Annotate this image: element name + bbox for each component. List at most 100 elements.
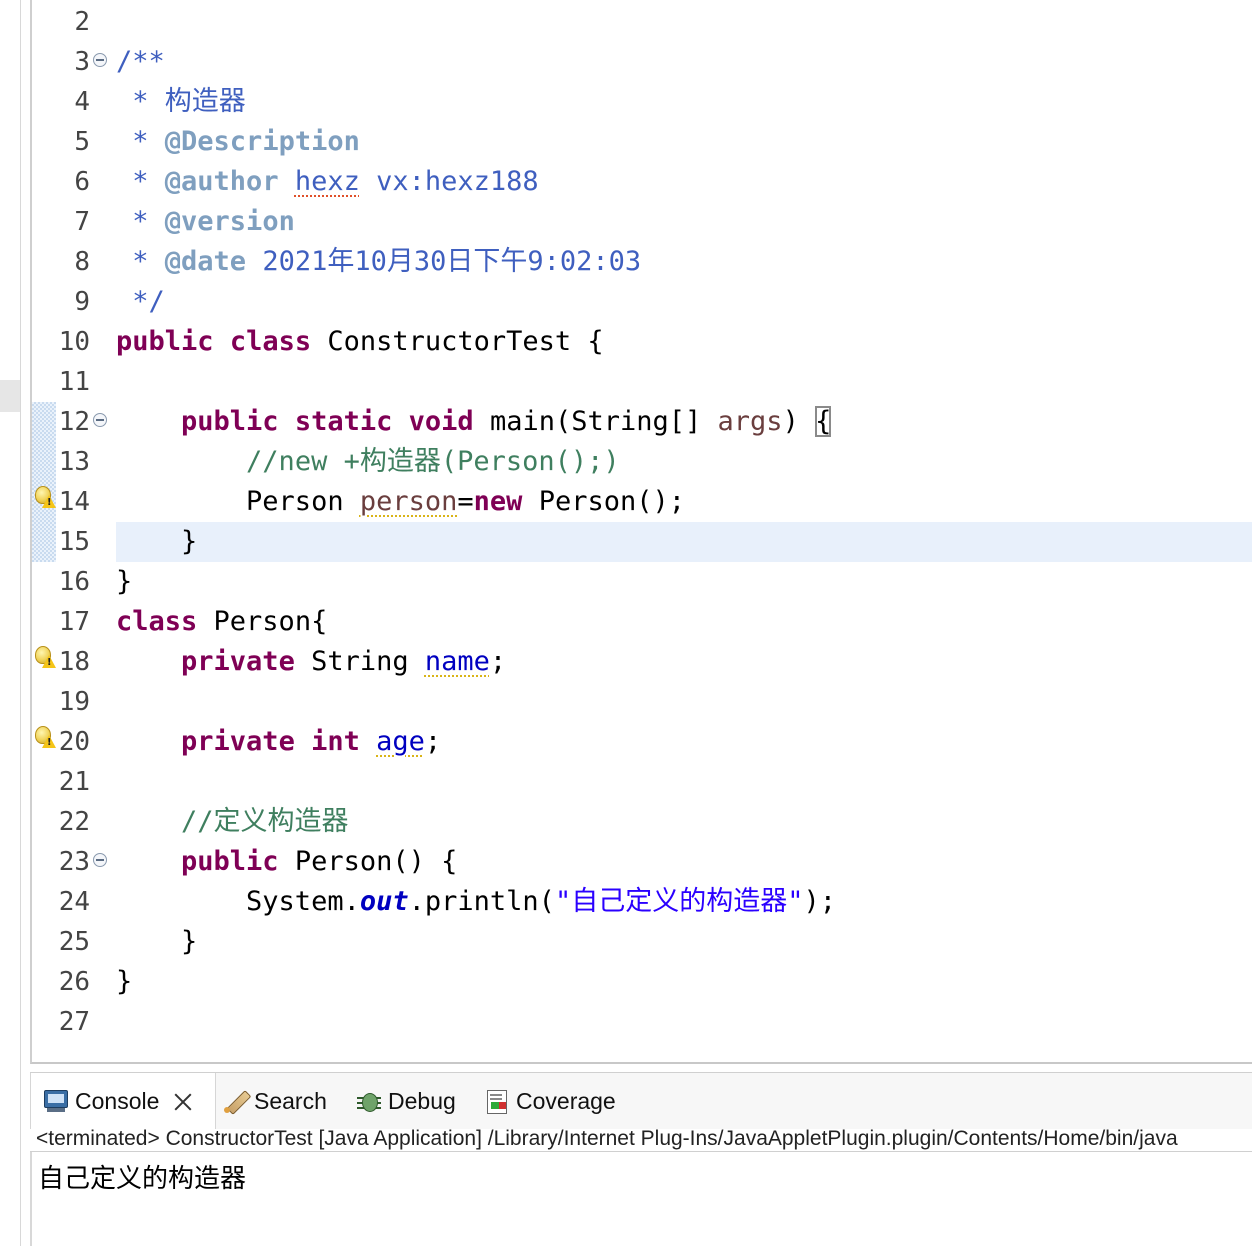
code-line[interactable]: 11	[32, 362, 1252, 402]
code-token: Person	[116, 486, 360, 517]
code-line[interactable]: 9 */	[32, 282, 1252, 322]
code-token: }	[116, 566, 133, 597]
code-token: "自己定义的构造器"	[554, 886, 804, 917]
line-number: 5	[74, 127, 90, 157]
bug-icon	[356, 1088, 382, 1114]
code-text: }	[116, 562, 132, 602]
code-token: static	[294, 406, 393, 437]
code-text: }	[116, 522, 197, 562]
code-text: /**	[116, 42, 165, 82]
code-line[interactable]: 17 class Person{	[32, 602, 1252, 642]
code-token: *	[116, 166, 165, 197]
tab-coverage[interactable]: Coverage	[484, 1073, 616, 1129]
line-number: 16	[58, 567, 90, 597]
code-token: @author	[164, 166, 279, 197]
code-line[interactable]: 3 /**	[32, 42, 1252, 82]
code-token: ;	[489, 646, 507, 677]
code-token: Person();	[522, 486, 685, 517]
console-output-area[interactable]: 自己定义的构造器	[30, 1152, 1252, 1246]
collapse-icon[interactable]	[93, 53, 107, 67]
code-text: private int age;	[116, 722, 441, 762]
code-token: public	[116, 326, 214, 357]
code-line[interactable]: 13 //new +构造器(Person();)	[32, 442, 1252, 482]
code-token: out	[359, 886, 409, 917]
code-token: name	[424, 646, 490, 677]
code-token: );	[803, 886, 836, 917]
line-number: 12	[58, 407, 90, 437]
code-token: public	[181, 406, 279, 437]
code-line[interactable]: ! 18 private String name;	[32, 642, 1252, 682]
coverage-icon	[484, 1088, 510, 1114]
collapse-icon[interactable]	[93, 853, 107, 867]
tab-search[interactable]: Search	[222, 1073, 327, 1129]
code-token: main(String[]	[473, 406, 718, 437]
code-line[interactable]: 4 * 构造器	[32, 82, 1252, 122]
code-line[interactable]: 2	[32, 2, 1252, 42]
code-text: public Person() {	[116, 842, 457, 882]
console-status-header: <terminated> ConstructorTest [Java Appli…	[30, 1128, 1252, 1152]
code-token: age	[376, 726, 425, 757]
tab-search-label: Search	[254, 1087, 327, 1114]
bottom-panel-tabs: Console Search Debug Coverage	[30, 1072, 1252, 1129]
code-token: Person() {	[278, 846, 458, 877]
line-number: 17	[58, 607, 90, 637]
code-line[interactable]: 19	[32, 682, 1252, 722]
line-number: 4	[74, 87, 90, 117]
code-line[interactable]: 16}	[32, 562, 1252, 602]
code-line[interactable]: 7 * @version	[32, 202, 1252, 242]
code-token: */	[116, 286, 165, 317]
close-icon[interactable]	[173, 1091, 193, 1111]
collapse-icon[interactable]	[93, 413, 107, 427]
line-number: 26	[58, 967, 90, 997]
code-text: class Person{	[116, 602, 327, 642]
code-line[interactable]: 27	[32, 1002, 1252, 1042]
line-number: 18	[58, 647, 90, 677]
line-number: 23	[58, 847, 90, 877]
line-number: 15	[58, 527, 90, 557]
code-token: void	[408, 406, 474, 437]
code-text: Person person=new Person();	[116, 482, 685, 522]
code-line[interactable]: ! 20 private int age;	[32, 722, 1252, 762]
code-token: }	[116, 966, 133, 997]
line-number: 6	[74, 167, 90, 197]
code-token: *	[116, 206, 165, 237]
code-line[interactable]: 22 //定义构造器	[32, 802, 1252, 842]
code-line[interactable]: 15 }	[32, 522, 1252, 562]
code-text: * @version	[116, 202, 295, 242]
code-token: .println(	[408, 886, 555, 917]
code-text: * 构造器	[116, 82, 246, 122]
line-number: 24	[58, 887, 90, 917]
code-line[interactable]: 24 System.out.println("自己定义的构造器");	[32, 882, 1252, 922]
code-line[interactable]: ! 14 Person person=new Person();	[32, 482, 1252, 522]
code-token: private	[181, 646, 295, 677]
code-line[interactable]: 23 public Person() {	[32, 842, 1252, 882]
code-line[interactable]: 6 * @author hexz vx:hexz188	[32, 162, 1252, 202]
code-text: }	[116, 922, 197, 962]
code-line[interactable]: 5 * @Description	[32, 122, 1252, 162]
code-token: //定义构造器	[181, 806, 349, 837]
code-line[interactable]: 25 }	[32, 922, 1252, 962]
code-token: /**	[116, 46, 165, 77]
code-token: @Description	[164, 126, 360, 157]
code-line[interactable]: 10 public class ConstructorTest {	[32, 322, 1252, 362]
code-line[interactable]: 21	[32, 762, 1252, 802]
tab-console[interactable]: Console	[30, 1073, 216, 1129]
line-number: 7	[74, 207, 90, 237]
tab-coverage-label: Coverage	[516, 1087, 616, 1114]
line-number: 21	[58, 767, 90, 797]
code-token: //new +构造器(Person();)	[246, 446, 620, 477]
code-line[interactable]: 26}	[32, 962, 1252, 1002]
code-line[interactable]: 12 public static void main(String[] args…	[32, 402, 1252, 442]
tab-debug[interactable]: Debug	[356, 1073, 456, 1129]
line-number: 8	[74, 247, 90, 277]
code-token: ;	[424, 726, 442, 757]
code-editor[interactable]: 2 3/** 4 * 构造器 5 * @Description 6 * @author …	[30, 0, 1252, 1064]
code-line[interactable]: 8 * @date 2021年10月30日下午9:02:03	[32, 242, 1252, 282]
